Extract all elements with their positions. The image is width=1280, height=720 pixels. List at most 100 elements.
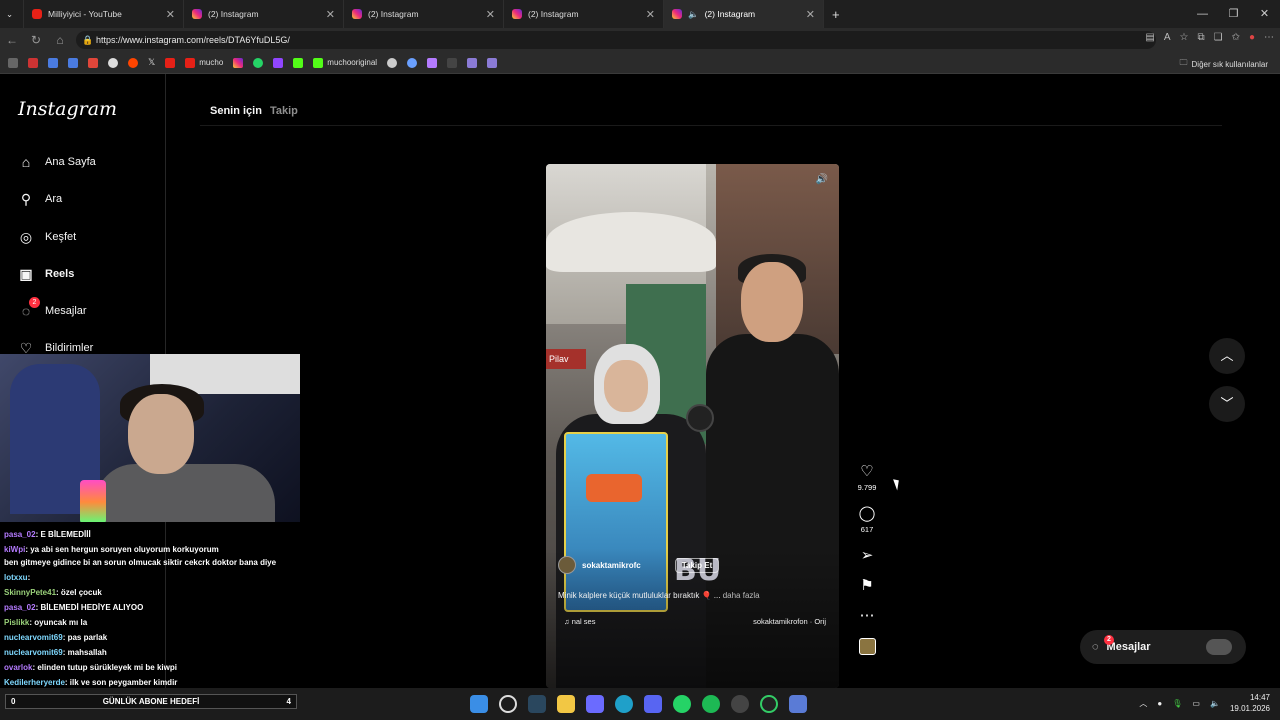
obs-icon[interactable] [731, 695, 749, 713]
restore-icon[interactable]: ❐ [1218, 0, 1249, 28]
browser-tab-active[interactable]: 🔈 (2) Instagram ✕ [664, 0, 824, 28]
tab-for-you[interactable]: Senin için [210, 105, 262, 117]
messages-pill-button[interactable]: ◌ 2 Mesajlar [1080, 630, 1246, 664]
bookmark-muchooriginal[interactable]: muchooriginal [313, 57, 377, 68]
whatsapp-icon[interactable] [673, 695, 691, 713]
bookmark-item[interactable] [165, 57, 176, 68]
extensions-icon[interactable]: ⧉ [1197, 32, 1204, 43]
read-aloud-icon[interactable]: A [1164, 32, 1171, 43]
new-tab-button[interactable]: + [824, 0, 848, 28]
tray-icon[interactable]: ● [1157, 699, 1162, 708]
divider [200, 125, 1222, 126]
previous-reel-button[interactable]: ︿ [1209, 338, 1245, 374]
steam-icon[interactable] [528, 695, 546, 713]
bookmark-item[interactable] [108, 57, 118, 68]
folder-icon: 🗀 [1179, 58, 1188, 67]
like-button[interactable]: ♡ 9.799 [858, 463, 877, 493]
heart-icon: ♡ [860, 463, 874, 480]
browser-tab[interactable]: (2) Instagram ✕ [504, 0, 664, 28]
reader-icon[interactable]: ▤ [1145, 32, 1154, 43]
save-button[interactable]: ⚑ [860, 578, 873, 594]
audio-label[interactable]: ♫ nal ses [564, 617, 595, 626]
browser-tab[interactable]: (2) Instagram ✕ [344, 0, 504, 28]
home-icon[interactable]: ⌂ [48, 33, 72, 47]
back-icon[interactable]: ← [0, 33, 24, 47]
bookmark-item[interactable] [487, 57, 498, 68]
sidebar-item-home[interactable]: ⌂ Ana Sayfa [18, 154, 96, 170]
network-icon[interactable]: ▭ [1192, 699, 1200, 708]
file-explorer-icon[interactable] [557, 695, 575, 713]
streamer [128, 394, 194, 474]
next-reel-button[interactable]: ﹀ [1209, 386, 1245, 422]
close-icon[interactable]: ✕ [166, 8, 175, 21]
bookmark-item[interactable] [407, 57, 418, 68]
discord-icon[interactable] [644, 695, 662, 713]
bookmark-item[interactable] [128, 57, 138, 68]
tab-list-button[interactable]: ⌄ [0, 0, 24, 28]
favorite-star-icon[interactable]: ☆ [1179, 32, 1188, 43]
bookmark-item[interactable] [273, 57, 284, 68]
bookmark-item[interactable] [467, 57, 478, 68]
bookmark-item[interactable] [48, 57, 58, 68]
microphone-icon[interactable]: 🎙 [1172, 699, 1182, 708]
bookmark-item[interactable] [68, 57, 78, 68]
more-options-button[interactable]: ⋯ [860, 608, 875, 624]
close-icon[interactable]: ✕ [806, 8, 815, 21]
minimize-icon[interactable]: — [1187, 0, 1218, 28]
volume-icon[interactable]: 🔈 [1210, 699, 1220, 708]
bookmark-mucho[interactable]: mucho [185, 57, 223, 68]
instagram-logo[interactable]: Instagram [18, 98, 117, 120]
sidebar-item-messages[interactable]: ◌ 2 Mesajlar [18, 297, 87, 319]
close-icon[interactable]: ✕ [486, 8, 495, 21]
start-menu-icon[interactable] [470, 695, 488, 713]
sidebar-item-reels[interactable]: ▣ Reels [18, 266, 74, 282]
system-clock[interactable]: 14:47 19.01.2026 [1230, 692, 1270, 714]
bookmark-item[interactable] [88, 57, 98, 68]
video-child [604, 360, 648, 412]
bookmark-item[interactable] [293, 57, 304, 68]
url-input[interactable]: 🔒 https://www.instagram.com/reels/DTA6Yf… [76, 31, 1156, 49]
video-umbrella [546, 212, 716, 272]
bookmark-item[interactable] [233, 57, 244, 68]
bookmark-item[interactable] [253, 57, 264, 68]
bookmark-item[interactable] [387, 57, 398, 68]
profile-avatar[interactable]: ● [1249, 32, 1255, 43]
collections-icon[interactable]: ❏ [1214, 32, 1223, 43]
audio-thumbnail[interactable] [858, 638, 876, 655]
bookmark-item[interactable]: 𝕏 [148, 57, 155, 68]
bookmark-item[interactable] [8, 57, 18, 68]
close-icon[interactable]: ✕ [646, 8, 655, 21]
audio-source[interactable]: sokaktamikrofon · Orij [753, 617, 826, 626]
reload-icon[interactable]: ↻ [24, 33, 48, 47]
mouse-cursor-icon [893, 477, 902, 491]
browser-tab[interactable]: Milliyiyici - YouTube ✕ [24, 0, 184, 28]
close-window-icon[interactable]: ✕ [1249, 0, 1280, 28]
chevron-up-icon[interactable]: ︿ [1139, 698, 1147, 709]
store-icon[interactable] [586, 695, 604, 713]
share-button[interactable]: ➢ [861, 548, 874, 564]
bookmark-item[interactable] [28, 57, 38, 68]
reel-video[interactable]: Pilav 🔊 BU sokaktamikrofc Takip Et Minik… [546, 164, 839, 688]
tab-following[interactable]: Takip [270, 105, 298, 117]
follow-button[interactable]: Takip Et [674, 557, 720, 573]
other-bookmarks-folder[interactable]: 🗀 Diğer sık kullanılanlar [1180, 57, 1268, 71]
more-menu-icon[interactable]: ⋯ [1264, 32, 1274, 43]
favorites-icon[interactable]: ✩ [1232, 32, 1240, 43]
search-icon[interactable] [499, 695, 517, 713]
app-icon[interactable] [789, 695, 807, 713]
caption-more-link[interactable]: daha fazla [723, 591, 760, 600]
bookmark-item[interactable] [427, 57, 438, 68]
avatar[interactable] [558, 556, 576, 574]
reel-username[interactable]: sokaktamikrofc [582, 561, 641, 570]
comment-button[interactable]: ◯ 617 [859, 506, 876, 535]
app-icon[interactable] [760, 695, 778, 713]
volume-icon[interactable]: 🔊 [815, 174, 829, 188]
sidebar-item-explore[interactable]: ◎ Keşfet [18, 229, 76, 245]
bookmark-item[interactable] [447, 57, 458, 68]
sidebar-item-search[interactable]: ⚲ Ara [18, 191, 62, 207]
spotify-icon[interactable] [702, 695, 720, 713]
window-controls: — ❐ ✕ [1187, 0, 1280, 28]
edge-icon[interactable] [615, 695, 633, 713]
close-icon[interactable]: ✕ [326, 8, 335, 21]
browser-tab[interactable]: (2) Instagram ✕ [184, 0, 344, 28]
